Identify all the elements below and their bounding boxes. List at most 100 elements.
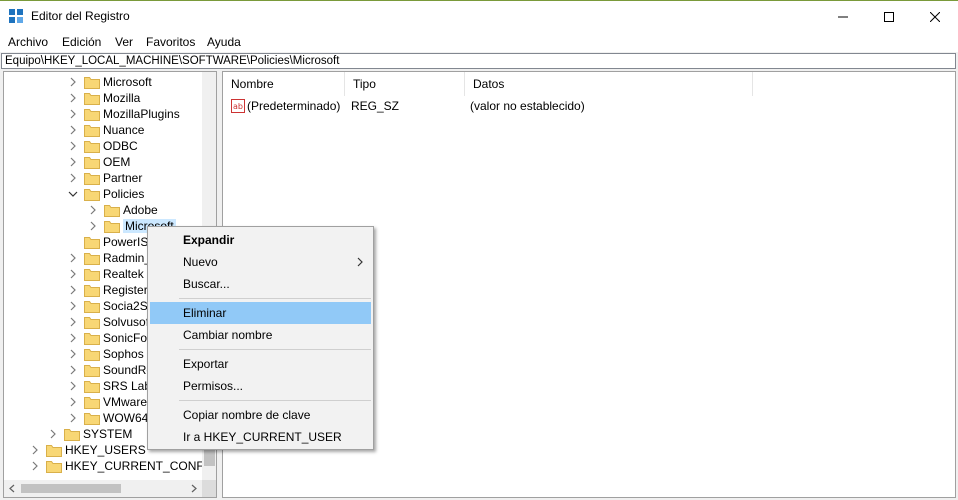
column-header-nombre[interactable]: Nombre — [223, 72, 345, 96]
folder-icon — [84, 332, 100, 345]
registry-editor-window: Editor del Registro Archivo Edición Ver … — [0, 0, 958, 500]
tree-spacer — [68, 237, 78, 247]
expand-chevron-icon[interactable] — [68, 381, 78, 391]
expand-chevron-icon[interactable] — [68, 109, 78, 119]
tree-item[interactable]: ODBC — [68, 138, 138, 154]
tree-item[interactable]: Mozilla — [68, 90, 140, 106]
string-value-icon: ab — [231, 99, 245, 113]
menu-favoritos[interactable]: Favoritos — [146, 35, 195, 49]
tree-item[interactable]: SYSTEM — [48, 426, 132, 442]
tree-item[interactable]: Partner — [68, 170, 142, 186]
tree-item[interactable]: SonicFoc — [68, 330, 153, 346]
expand-chevron-icon[interactable] — [68, 301, 78, 311]
tree-item[interactable]: MozillaPlugins — [68, 106, 180, 122]
tree-item[interactable]: Solvusoft — [68, 314, 152, 330]
folder-icon — [84, 188, 100, 201]
menu-edicion[interactable]: Edición — [62, 35, 101, 49]
close-button[interactable] — [912, 1, 958, 32]
expand-chevron-icon[interactable] — [68, 173, 78, 183]
tree-item[interactable]: Sophos — [68, 346, 144, 362]
ctx-copiar-nombre-clave[interactable]: Copiar nombre de clave — [150, 404, 371, 426]
scroll-right-icon[interactable] — [190, 484, 198, 493]
expand-chevron-icon[interactable] — [68, 253, 78, 263]
menu-separator — [179, 349, 371, 350]
ctx-expandir[interactable]: Expandir — [150, 229, 371, 251]
tree-item[interactable]: Adobe — [88, 202, 158, 218]
expand-chevron-icon[interactable] — [68, 349, 78, 359]
tree-item[interactable]: Radmin_l — [68, 250, 154, 266]
tree-item[interactable]: Nuance — [68, 122, 144, 138]
tree-item-label: Nuance — [103, 123, 145, 137]
tree-item[interactable]: Realtek — [68, 266, 144, 282]
tree-item-label: OEM — [103, 155, 131, 169]
tree-vertical-scroll-thumb[interactable] — [204, 448, 215, 466]
ctx-buscar[interactable]: Buscar... — [150, 273, 371, 295]
tree-item-label: Sophos — [103, 347, 144, 361]
scroll-left-icon[interactable] — [8, 484, 16, 493]
expand-chevron-icon[interactable] — [68, 397, 78, 407]
tree-item[interactable]: Registere — [68, 282, 154, 298]
tree-item[interactable]: HKEY_USERS — [30, 442, 146, 458]
tree-item-label: HKEY_USERS — [65, 443, 146, 457]
tree-item[interactable]: WOW643 — [68, 410, 155, 426]
expand-chevron-icon[interactable] — [68, 141, 78, 151]
minimize-button[interactable] — [820, 1, 866, 32]
ctx-nuevo[interactable]: Nuevo — [150, 251, 371, 273]
tree-item[interactable]: Policies — [68, 186, 144, 202]
folder-icon — [84, 316, 100, 329]
expand-chevron-icon[interactable] — [30, 461, 40, 471]
expand-chevron-icon[interactable] — [68, 93, 78, 103]
ctx-cambiar-nombre[interactable]: Cambiar nombre — [150, 324, 371, 346]
tree-item[interactable]: SoundRe — [68, 362, 153, 378]
expand-chevron-icon[interactable] — [88, 205, 98, 215]
folder-icon — [64, 428, 80, 441]
tree-item[interactable]: HKEY_CURRENT_CONFIG — [30, 458, 216, 474]
expand-chevron-icon[interactable] — [68, 317, 78, 327]
menu-separator — [179, 298, 371, 299]
value-name: (Predeterminado) — [247, 99, 341, 113]
collapse-chevron-icon[interactable] — [68, 189, 78, 199]
expand-chevron-icon[interactable] — [88, 221, 98, 231]
tree-item[interactable]: Microsoft — [68, 74, 152, 90]
maximize-icon — [884, 11, 894, 22]
tree-item[interactable]: PowerISO — [68, 234, 158, 250]
expand-chevron-icon[interactable] — [68, 365, 78, 375]
expand-chevron-icon[interactable] — [68, 125, 78, 135]
folder-icon — [84, 172, 100, 185]
expand-chevron-icon[interactable] — [30, 445, 40, 455]
ctx-eliminar[interactable]: Eliminar — [150, 302, 371, 324]
expand-chevron-icon[interactable] — [68, 285, 78, 295]
menu-ver[interactable]: Ver — [115, 35, 133, 49]
tree-item-label: Mozilla — [103, 91, 141, 105]
expand-chevron-icon[interactable] — [68, 269, 78, 279]
ctx-permisos[interactable]: Permisos... — [150, 375, 371, 397]
ctx-ir-a-hkcu[interactable]: Ir a HKEY_CURRENT_USER — [150, 426, 371, 448]
expand-chevron-icon[interactable] — [68, 413, 78, 423]
expand-chevron-icon[interactable] — [48, 429, 58, 439]
column-header-datos[interactable]: Datos — [465, 72, 753, 96]
maximize-button[interactable] — [866, 1, 912, 32]
tree-item[interactable]: Socia2Se — [68, 298, 154, 314]
close-icon — [930, 11, 940, 22]
expand-chevron-icon[interactable] — [68, 157, 78, 167]
menu-archivo[interactable]: Archivo — [8, 35, 48, 49]
folder-icon — [104, 204, 120, 217]
tree-item[interactable]: VMware, — [68, 394, 150, 410]
ctx-exportar[interactable]: Exportar — [150, 353, 371, 375]
tree-horizontal-scroll-thumb[interactable] — [21, 484, 121, 493]
menu-ayuda[interactable]: Ayuda — [207, 35, 241, 49]
folder-icon — [84, 156, 100, 169]
expand-chevron-icon[interactable] — [68, 77, 78, 87]
tree-item[interactable]: OEM — [68, 154, 130, 170]
tree-item-label: Solvusoft — [103, 315, 153, 329]
folder-icon — [84, 268, 100, 281]
tree-item-label: SYSTEM — [83, 427, 133, 441]
tree-horizontal-scrollbar[interactable] — [4, 480, 216, 497]
tree-item[interactable]: SRS Labs — [68, 378, 157, 394]
folder-icon — [84, 124, 100, 137]
address-bar[interactable]: Equipo\HKEY_LOCAL_MACHINE\SOFTWARE\Polic… — [1, 53, 956, 69]
folder-icon — [84, 108, 100, 121]
expand-chevron-icon[interactable] — [68, 333, 78, 343]
column-header-tipo[interactable]: Tipo — [345, 72, 465, 96]
folder-icon — [84, 236, 100, 249]
